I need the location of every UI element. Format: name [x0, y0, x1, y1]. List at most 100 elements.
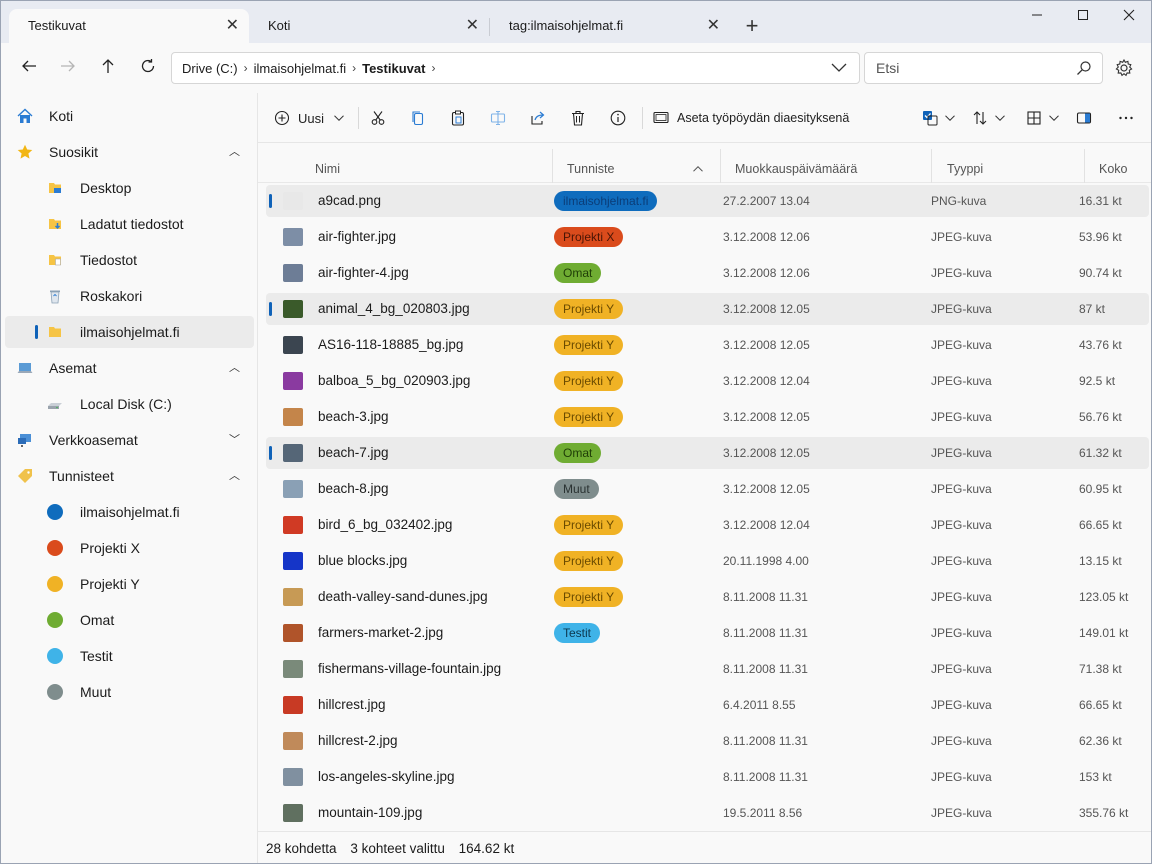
image-thumbnail-icon: [283, 300, 303, 318]
sidebar-item-label: Local Disk (C:): [80, 396, 172, 412]
table-row[interactable]: animal_4_bg_020803.jpg Projekti Y 3.12.200…: [266, 293, 1149, 325]
image-thumbnail-icon: [283, 336, 303, 354]
table-row[interactable]: hillcrest-2.jpg 8.11.2008 11.31 JPEG-kuva 6…: [266, 725, 1149, 757]
file-size: 16.31 kt: [1079, 194, 1122, 208]
sidebar-item-suosikit[interactable]: Suosikit ︿: [5, 136, 254, 168]
column-header-type[interactable]: Tyyppi: [947, 143, 983, 183]
close-tab-icon[interactable]: ✕: [707, 9, 720, 43]
select-options-button[interactable]: [920, 106, 958, 130]
table-row[interactable]: balboa_5_bg_020903.jpg Projekti Y 3.12.200…: [266, 365, 1149, 397]
paste-icon: [451, 110, 465, 126]
new-button[interactable]: Uusi: [274, 106, 350, 130]
refresh-button[interactable]: [134, 54, 162, 82]
table-row[interactable]: beach-7.jpg Omat 3.12.2008 12.05 JPEG-kuva 6…: [266, 437, 1149, 469]
column-divider[interactable]: [552, 149, 553, 183]
column-divider[interactable]: [720, 149, 721, 183]
table-row[interactable]: air-fighter-4.jpg Omat 3.12.2008 12.06 JPEG…: [266, 257, 1149, 289]
sidebar-item-label: Omat: [80, 612, 115, 628]
selection-indicator: [269, 446, 272, 460]
table-row[interactable]: hillcrest.jpg 6.4.2011 8.55 JPEG-kuva 66.65…: [266, 689, 1149, 721]
column-divider[interactable]: [1084, 149, 1085, 183]
table-row[interactable]: death-valley-sand-dunes.jpg Projekti Y 8.1…: [266, 581, 1149, 613]
column-header-name[interactable]: Nimi: [315, 143, 340, 183]
sidebar-item-asemat[interactable]: Asemat ︿: [5, 352, 254, 384]
table-row[interactable]: air-fighter.jpg Projekti X 3.12.2008 12.06…: [266, 221, 1149, 253]
tab-tag-ilmaisohjelmat[interactable]: tag:ilmaisohjelmat.fi ✕: [490, 9, 730, 43]
close-window-button[interactable]: [1106, 1, 1151, 33]
rename-icon: [490, 110, 506, 126]
close-tab-icon[interactable]: ✕: [226, 9, 239, 43]
maximize-button[interactable]: [1060, 1, 1106, 33]
forward-button[interactable]: [54, 54, 82, 82]
sidebar-tag-muut[interactable]: Muut: [5, 676, 254, 708]
breadcrumb-drive[interactable]: Drive (C:): [182, 61, 238, 76]
breadcrumb-testikuvat[interactable]: Testikuvat: [362, 61, 425, 76]
set-desktop-slideshow-button[interactable]: Aseta työpöydän diaesityksenä: [653, 106, 853, 130]
table-row[interactable]: fishermans-village-fountain.jpg 8.11.2008…: [266, 653, 1149, 685]
delete-button[interactable]: [566, 106, 590, 130]
tab-testikuvat[interactable]: Testikuvat ✕: [9, 9, 249, 43]
sidebar-tag-ilmaisohjelmat[interactable]: ilmaisohjelmat.fi: [5, 496, 254, 528]
table-row[interactable]: blue blocks.jpg Projekti Y 20.11.1998 4.00…: [266, 545, 1149, 577]
table-row[interactable]: AS16-118-18885_bg.jpg Projekti Y 3.12.2008…: [266, 329, 1149, 361]
chevron-down-icon[interactable]: ﹀: [229, 424, 240, 456]
sidebar-tag-omat[interactable]: Omat: [5, 604, 254, 636]
new-tab-button[interactable]: +: [739, 10, 765, 42]
file-type: JPEG-kuva: [931, 806, 992, 820]
chevron-up-icon[interactable]: ︿: [229, 136, 240, 168]
sidebar-tag-testit[interactable]: Testit: [5, 640, 254, 672]
view-button[interactable]: [1024, 106, 1062, 130]
properties-button[interactable]: [606, 106, 630, 130]
sidebar-tag-projekti-y[interactable]: Projekti Y: [5, 568, 254, 600]
copy-button[interactable]: [406, 106, 430, 130]
table-row[interactable]: mountain-109.jpg 19.5.2011 8.56 JPEG-kuva 3…: [266, 797, 1149, 829]
breadcrumb-ilmaisohjelmat[interactable]: ilmaisohjelmat.fi: [254, 61, 346, 76]
gear-icon[interactable]: [1114, 58, 1134, 78]
sidebar-item-tiedostot[interactable]: Tiedostot: [5, 244, 254, 276]
chevron-up-icon[interactable]: ︿: [229, 352, 240, 384]
sort-button[interactable]: [970, 106, 1008, 130]
tag-icon: [18, 469, 32, 483]
minimize-button[interactable]: [1014, 1, 1060, 33]
column-header-tag[interactable]: Tunniste: [567, 143, 614, 183]
address-bar[interactable]: Drive (C:) › ilmaisohjelmat.fi › Testiku…: [171, 52, 860, 84]
table-row[interactable]: los-angeles-skyline.jpg 8.11.2008 11.31 JP…: [266, 761, 1149, 793]
back-button[interactable]: [15, 54, 43, 82]
chevron-right-icon[interactable]: ›: [352, 61, 356, 75]
search-input[interactable]: Etsi: [864, 52, 1103, 84]
share-button[interactable]: [526, 106, 550, 130]
table-row[interactable]: bird_6_bg_032402.jpg Projekti Y 3.12.2008 …: [266, 509, 1149, 541]
chevron-right-icon[interactable]: ›: [244, 61, 248, 75]
cut-button[interactable]: [366, 106, 390, 130]
tag-color-dot: [47, 576, 63, 592]
sidebar-item-ilmaisohjelmat[interactable]: ilmaisohjelmat.fi: [5, 316, 254, 348]
details-pane-button[interactable]: [1072, 106, 1096, 130]
sidebar-item-ladatut-tiedostot[interactable]: Ladatut tiedostot: [5, 208, 254, 240]
column-header-size[interactable]: Koko: [1099, 143, 1128, 183]
table-row[interactable]: beach-3.jpg Projekti Y 3.12.2008 12.05 JPEG…: [266, 401, 1149, 433]
sidebar-item-koti[interactable]: Koti: [5, 100, 254, 132]
column-divider[interactable]: [931, 149, 932, 183]
rename-button[interactable]: [486, 106, 510, 130]
chevron-up-icon[interactable]: ︿: [229, 460, 240, 492]
image-thumbnail-icon: [283, 264, 303, 282]
sidebar-item-roskakori[interactable]: Roskakori: [5, 280, 254, 312]
sidebar-item-tunnisteet[interactable]: Tunnisteet ︿: [5, 460, 254, 492]
close-tab-icon[interactable]: ✕: [466, 9, 479, 43]
sidebar-item-local-disk[interactable]: Local Disk (C:): [5, 388, 254, 420]
chevron-down-icon[interactable]: [831, 59, 847, 75]
sidebar-item-desktop[interactable]: Desktop: [5, 172, 254, 204]
tab-koti[interactable]: Koti ✕: [249, 9, 489, 43]
more-options-button[interactable]: [1112, 106, 1140, 130]
sidebar-tag-projekti-x[interactable]: Projekti X: [5, 532, 254, 564]
file-explorer-window: Testikuvat ✕ Koti ✕ tag:ilmaisohjelmat.f…: [0, 0, 1152, 864]
paste-button[interactable]: [446, 106, 470, 130]
column-header-modified[interactable]: Muokkauspäivämäärä: [735, 143, 857, 183]
table-row[interactable]: farmers-market-2.jpg Testit 8.11.2008 11.3…: [266, 617, 1149, 649]
table-row[interactable]: a9cad.png ilmaisohjelmat.fi 27.2.2007 13.0…: [266, 185, 1149, 217]
chevron-right-icon[interactable]: ›: [431, 61, 435, 75]
table-row[interactable]: beach-8.jpg Muut 3.12.2008 12.05 JPEG-kuva 6…: [266, 473, 1149, 505]
up-button[interactable]: [94, 54, 122, 82]
sidebar-item-verkkoasemat[interactable]: Verkkoasemat ﹀: [5, 424, 254, 456]
file-type: JPEG-kuva: [931, 590, 992, 604]
